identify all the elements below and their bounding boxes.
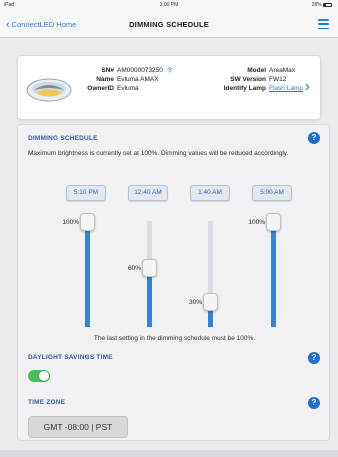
model-value: AreaMax: [269, 67, 296, 74]
owner-row: OwnerID Evluma: [78, 84, 173, 93]
battery-percent: 28%: [311, 2, 322, 8]
slider-fill: [84, 222, 90, 327]
chevron-right-icon[interactable]: ›: [305, 78, 310, 96]
dimming-schedule-card: DIMMING SCHEDULE ? Maximum brightness is…: [17, 124, 330, 441]
slider-fill: [270, 222, 276, 327]
slider-thumb[interactable]: [141, 258, 157, 277]
time-slot-4-button[interactable]: 5:00 AM: [252, 185, 292, 201]
flash-lamp-link[interactable]: Flash Lamp: [269, 85, 303, 92]
sw-version-value: FW12: [269, 76, 287, 83]
status-time: 3:00 PM: [159, 2, 179, 8]
slider-thumb[interactable]: [79, 213, 95, 231]
slider-thumb[interactable]: [265, 213, 281, 231]
dimming-schedule-title: DIMMING SCHEDULE: [28, 135, 98, 142]
lamp-icon: [26, 78, 72, 102]
name-value: Evluma AMAX: [117, 76, 159, 83]
device-details-right: Model AreaMax SW Version FW12 Identify Lam…: [210, 66, 303, 93]
navigation-bar: ‹ ConnectLED Home DIMMING SCHEDULE: [0, 10, 338, 38]
brightness-description: Maximum brightness is currently set at 1…: [28, 150, 289, 157]
timezone-select-button[interactable]: GMT -08:00 | PST: [28, 416, 128, 438]
page-title: DIMMING SCHEDULE: [129, 20, 209, 29]
slider-level-label: 30%: [188, 298, 202, 306]
help-icon[interactable]: ?: [308, 397, 320, 409]
slider-thumb[interactable]: [202, 292, 218, 311]
battery-indicator: 28%: [312, 2, 332, 8]
time-slot-3-button[interactable]: 1:40 AM: [190, 185, 230, 201]
serial-value: AM0000073250: [117, 67, 163, 74]
model-row: Model AreaMax: [210, 66, 303, 75]
sw-version-label: SW Version: [230, 76, 266, 83]
device-details-left: SN# AM0000073250 Name Evluma AMAX OwnerID E…: [78, 66, 173, 93]
schedule-note: The last setting in the dimming schedule…: [93, 335, 256, 342]
identify-row: Identify Lamp Flash Lamp: [210, 84, 303, 93]
timezone-title: TIME ZONE: [28, 399, 66, 406]
battery-icon: [323, 2, 332, 7]
model-label: Model: [247, 67, 266, 74]
wifi-icon: [167, 67, 173, 73]
owner-label: OwnerID: [87, 85, 114, 92]
status-bar: iPad 3:00 PM 28%: [0, 0, 338, 10]
help-icon[interactable]: ?: [308, 132, 320, 144]
sw-version-row: SW Version FW12: [210, 75, 303, 84]
slider-level-label: 60%: [127, 264, 141, 272]
dst-title: DAYLIGHT SAVINGS TIME: [28, 354, 113, 361]
dst-toggle[interactable]: [28, 370, 50, 382]
help-icon[interactable]: ?: [308, 352, 320, 364]
slider-track: [207, 221, 213, 302]
serial-row: SN# AM0000073250: [78, 66, 173, 75]
device-info-card[interactable]: SN# AM0000073250 Name Evluma AMAX OwnerID E…: [17, 55, 321, 120]
time-slot-1-button[interactable]: 5:10 PM: [66, 185, 106, 201]
time-slot-2-button[interactable]: 12:40 AM: [128, 185, 168, 201]
serial-label: SN#: [101, 67, 114, 74]
hamburger-menu-icon[interactable]: [318, 19, 329, 30]
slider-level-label: 100%: [62, 219, 79, 226]
slider-level-label: 100%: [248, 219, 265, 226]
owner-value: Evluma: [117, 85, 139, 92]
toggle-knob: [39, 371, 49, 381]
name-row: Name Evluma AMAX: [78, 75, 173, 84]
identify-label: Identify Lamp: [223, 85, 266, 92]
bottom-edge: [0, 450, 338, 457]
name-label: Name: [96, 76, 114, 83]
